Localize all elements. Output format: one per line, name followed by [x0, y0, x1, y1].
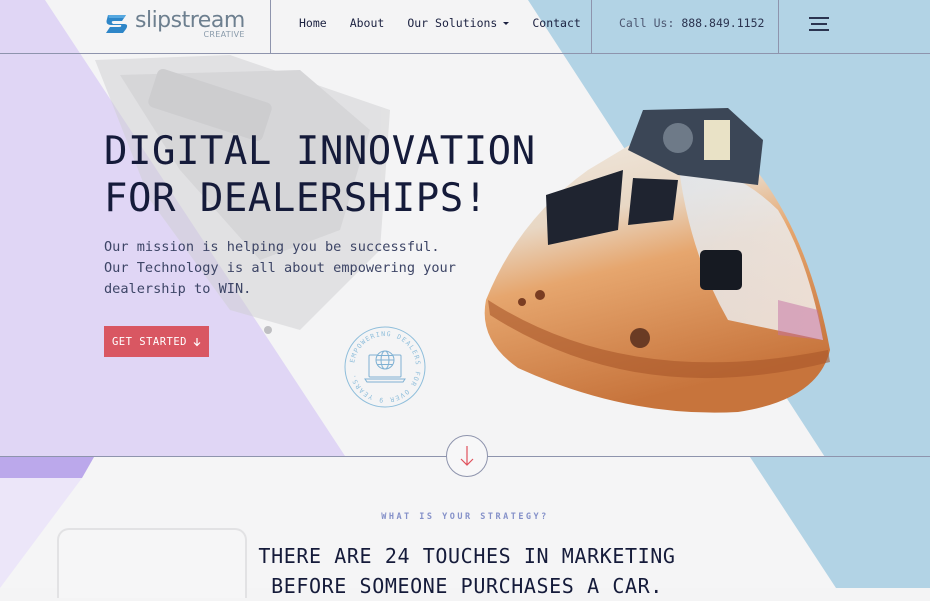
arrow-down-icon [193, 337, 201, 346]
section-title: THERE ARE 24 TOUCHES IN MARKETING BEFORE… [0, 541, 930, 601]
hero-text-line: Our mission is helping you be successful… [104, 239, 440, 255]
laptop-globe-icon [364, 350, 406, 383]
section-title-line: BEFORE SOMEONE PURCHASES A CAR. [271, 574, 663, 598]
scroll-down-button[interactable] [446, 435, 488, 477]
phone-number: 888.849.1152 [681, 16, 765, 30]
main-nav: Home About Our Solutions Contact [299, 16, 581, 30]
nav-about[interactable]: About [350, 16, 385, 30]
hero-title: DIGITAL INNOVATION FOR DEALERSHIPS! [104, 128, 536, 222]
hero-title-line: DIGITAL INNOVATION [104, 129, 536, 174]
nav-our-solutions-label: Our Solutions [407, 16, 498, 30]
header-divider [778, 0, 779, 53]
get-started-button[interactable]: GET STARTED [104, 326, 209, 357]
site-header: slipstream CREATIVE Home About Our Solut… [0, 0, 930, 54]
caret-down-icon [503, 22, 510, 25]
nav-our-solutions[interactable]: Our Solutions [407, 16, 510, 30]
get-started-label: GET STARTED [111, 335, 188, 348]
header-divider [270, 0, 271, 53]
hamburger-icon[interactable] [809, 16, 831, 32]
hero-text-line: dealership to WIN. [104, 281, 252, 297]
logo[interactable]: slipstream CREATIVE [104, 10, 245, 39]
phone-label: Call Us: [619, 16, 675, 30]
phone-contact[interactable]: Call Us: 888.849.1152 [619, 16, 764, 30]
experience-badge: EMPOWERING DEALERS FOR OVER 9 YEARS. [344, 326, 426, 408]
section-eyebrow: WHAT IS YOUR STRATEGY? [381, 512, 549, 522]
section-title-line: THERE ARE 24 TOUCHES IN MARKETING [258, 544, 676, 568]
hero-title-line: FOR DEALERSHIPS! [104, 176, 488, 221]
logo-subtitle: CREATIVE [203, 30, 245, 39]
space-capsule-image [484, 108, 830, 413]
hero-text-line: Our Technology is all about empowering y… [104, 260, 456, 276]
slipstream-logo-icon [106, 15, 128, 33]
arrow-down-icon [460, 446, 474, 466]
nav-home[interactable]: Home [299, 16, 327, 30]
hero-description: Our mission is helping you be successful… [104, 237, 456, 300]
nav-contact[interactable]: Contact [532, 16, 580, 30]
header-divider [591, 0, 592, 53]
